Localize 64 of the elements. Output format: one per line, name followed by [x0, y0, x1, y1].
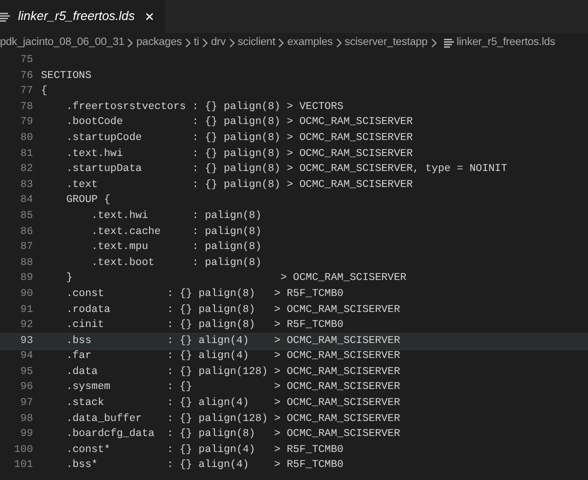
code-line: .stack : {} align(4) > OCMC_RAM_SCISERVER [65, 396, 400, 412]
code-line: .text.cache : palign(8) [90, 224, 262, 240]
breadcrumb-folder[interactable]: packages [136, 34, 182, 51]
code-line: .const* : {} palign(4) > R5F_TCMB0 [65, 442, 344, 458]
breadcrumb-folder[interactable]: sciclient [238, 34, 276, 51]
line-number: 82 [19, 162, 33, 178]
code-line: .sysmem : {} > OCMC_RAM_SCISERVER [65, 380, 400, 396]
breadcrumb-folder[interactable]: examples [287, 34, 333, 51]
line-number: 78 [19, 100, 33, 115]
code-line: { [41, 84, 48, 100]
line-number: 83 [19, 178, 33, 193]
line-number: 92 [19, 318, 33, 334]
line-number: 99 [19, 427, 33, 442]
line-number: 96 [19, 380, 33, 396]
code-line: .data : {} palign(128) > OCMC_RAM_SCISERVER [65, 364, 400, 380]
breadcrumb-folder[interactable]: sciserver_testapp [344, 34, 428, 51]
line-number: 85 [19, 208, 33, 224]
code-line: .boardcfg_data : {} palign(8) > OCMC_RAM_SCISERVER [65, 427, 400, 442]
code-line: .far : {} align(4) > OCMC_RAM_SCISERVER [65, 349, 400, 364]
code-line: .const : {} palign(8) > R5F_TCMB0 [65, 286, 344, 302]
tab-label: linker_r5_freertos.lds [18, 8, 135, 26]
code-line: .text.mpu : palign(8) [90, 240, 262, 256]
line-number: 81 [19, 146, 33, 162]
code-line: .startupData : {} palign(8) > OCMC_RAM_SCISERVER, type = NOINIT [65, 162, 508, 178]
line-number: 80 [19, 130, 33, 146]
editor-tab[interactable]: linker_r5_freertos.lds ✕ [0, 0, 165, 33]
code-line: .freertosrstvectors : {} palign(8) > VECTORS [65, 100, 344, 115]
code-line: SECTIONS [41, 68, 92, 84]
line-number: 100 [13, 442, 33, 458]
line-number: 94 [19, 349, 33, 364]
breadcrumb-folder[interactable]: ti [194, 34, 200, 51]
code-line: .text.hwi : palign(8) [90, 208, 262, 224]
line-number: 84 [19, 193, 33, 208]
line-number: 76 [19, 68, 33, 84]
line-number: 87 [19, 240, 33, 256]
line-number: 98 [19, 412, 33, 427]
code-line: .data_buffer : {} palign(128) > OCMC_RAM_SCISERVER [65, 412, 400, 427]
code-line: } > OCMC_RAM_SCISERVER [65, 271, 406, 286]
breadcrumb-folder[interactable]: pdk_jacinto_08_06_00_31 [0, 34, 124, 51]
line-number: 91 [19, 302, 33, 318]
code-line: .text.boot : palign(8) [90, 256, 262, 271]
breadcrumb-file[interactable]: linker_r5_freertos.lds [456, 34, 556, 51]
line-number: 93 [19, 334, 33, 349]
code-line: .text.hwi : {} palign(8) > OCMC_RAM_SCISERVER [65, 146, 413, 162]
code-line: GROUP { [65, 193, 110, 208]
line-number: 101 [13, 458, 33, 474]
line-number: 95 [19, 364, 33, 380]
close-button[interactable]: ✕ [142, 8, 157, 26]
code-line: .bss : {} align(4) > OCMC_RAM_SCISERVER [65, 334, 400, 349]
line-number: 75 [19, 53, 33, 68]
code-line: .startupCode : {} palign(8) > OCMC_RAM_SCISERVER [65, 130, 413, 146]
line-number: 97 [19, 396, 33, 412]
code-line: .rodata : {} palign(8) > OCMC_RAM_SCISERVER [65, 302, 400, 318]
line-number: 79 [19, 115, 33, 130]
code-line: .bootCode : {} palign(8) > OCMC_RAM_SCISERVER [65, 115, 413, 130]
line-number: 77 [19, 84, 33, 100]
breadcrumb-folder[interactable]: drv [211, 34, 226, 51]
line-number: 89 [19, 271, 33, 286]
line-number: 88 [19, 256, 33, 271]
code-line: .bss* : {} align(4) > R5F_TCMB0 [65, 458, 344, 474]
code-line: .text : {} palign(8) > OCMC_RAM_SCISERVER [65, 178, 413, 193]
code-line: .cinit : {} palign(8) > R5F_TCMB0 [65, 318, 344, 334]
line-number: 86 [19, 224, 33, 240]
line-number: 90 [19, 286, 33, 302]
